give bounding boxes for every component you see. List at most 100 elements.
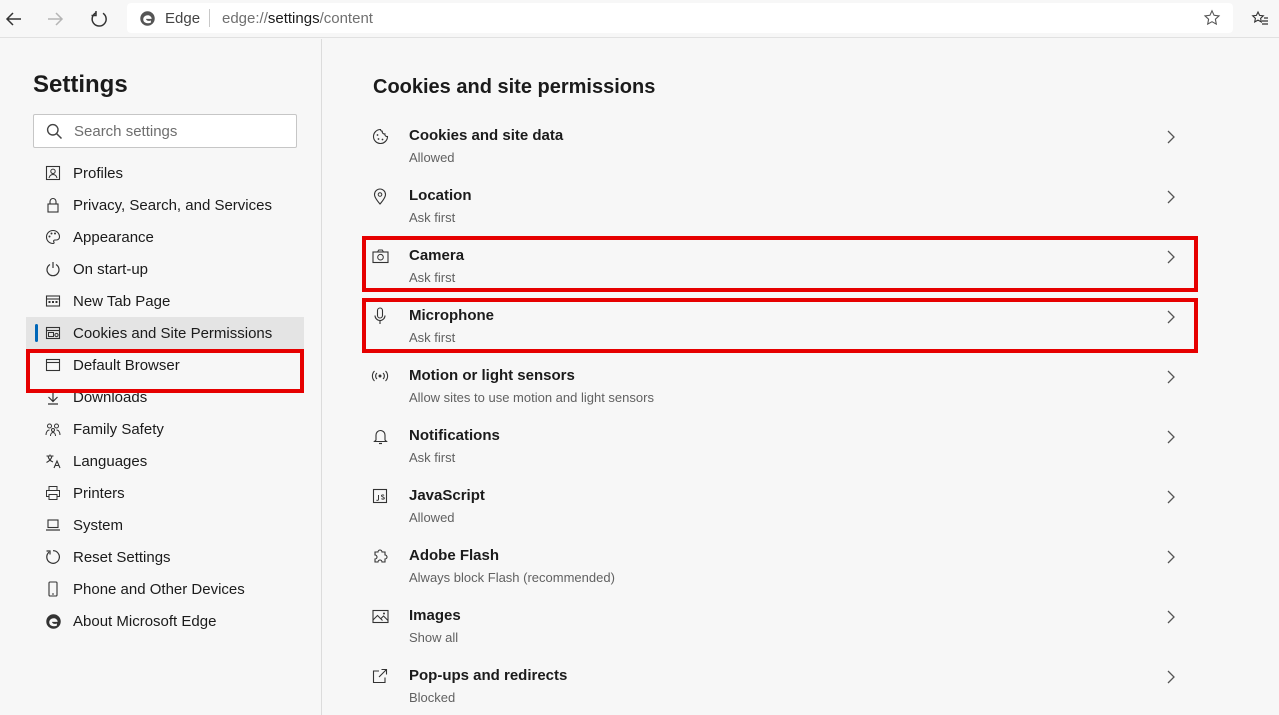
chevron-right-icon — [1167, 610, 1175, 624]
site-identity-label: Edge — [165, 10, 201, 27]
row-javascript[interactable]: JavaScript Allowed — [363, 466, 1198, 526]
sidebar-item-label: Family Safety — [73, 420, 164, 438]
cookies-permissions-icon — [43, 323, 63, 343]
row-adobe-flash[interactable]: Adobe Flash Always block Flash (recommen… — [363, 526, 1198, 586]
palette-icon — [43, 227, 63, 247]
languages-icon — [43, 451, 63, 471]
row-cookies-site-data[interactable]: Cookies and site data Allowed — [363, 106, 1198, 166]
row-status: Ask first — [409, 270, 456, 285]
chevron-right-icon — [1167, 550, 1175, 564]
url-suffix: /content — [319, 10, 373, 27]
settings-title: Settings — [33, 71, 128, 98]
sidebar-item-new-tab-page[interactable]: New Tab Page — [26, 285, 304, 317]
javascript-icon — [371, 487, 389, 505]
power-icon — [43, 259, 63, 279]
row-location[interactable]: Location Ask first — [363, 166, 1198, 226]
row-status: Allowed — [409, 150, 455, 165]
search-settings-input[interactable] — [74, 121, 289, 141]
sidebar-item-cookies-permissions[interactable]: Cookies and Site Permissions — [26, 317, 304, 349]
sidebar-item-label: Privacy, Search, and Services — [73, 196, 272, 214]
row-title: Pop-ups and redirects — [409, 667, 568, 684]
row-popups-redirects[interactable]: Pop-ups and redirects Blocked — [363, 646, 1198, 706]
back-arrow-icon — [5, 12, 21, 26]
family-icon — [43, 419, 63, 439]
main-content: Cookies and site permissions Cookies and… — [323, 39, 1279, 715]
address-divider — [209, 9, 210, 27]
favorites-list-icon — [1251, 10, 1268, 25]
printer-icon — [43, 483, 63, 503]
row-status: Allowed — [409, 510, 455, 525]
forward-arrow-icon — [48, 12, 64, 26]
sidebar-item-label: System — [73, 516, 124, 534]
row-title: Microphone — [409, 307, 494, 324]
sidebar-item-label: Printers — [73, 484, 125, 502]
page-title: Cookies and site permissions — [373, 76, 656, 98]
sidebar-item-profiles[interactable]: Profiles — [26, 157, 304, 189]
row-status: Ask first — [409, 210, 456, 225]
row-title: Location — [409, 187, 472, 204]
sidebar-item-label: Phone and Other Devices — [73, 580, 245, 598]
sidebar-item-about-edge[interactable]: About Microsoft Edge — [26, 605, 304, 637]
sidebar-item-appearance[interactable]: Appearance — [26, 221, 304, 253]
row-camera[interactable]: Camera Ask first — [363, 226, 1198, 286]
refresh-button[interactable] — [85, 5, 113, 33]
cookie-icon — [371, 127, 389, 145]
bell-icon — [371, 427, 389, 445]
laptop-icon — [43, 515, 63, 535]
favorites-button[interactable] — [1246, 5, 1274, 33]
sidebar-item-label: Appearance — [73, 228, 154, 246]
row-status: Always block Flash (recommended) — [409, 570, 615, 585]
camera-icon — [371, 247, 389, 265]
back-button[interactable] — [0, 5, 28, 33]
row-status: Allow sites to use motion and light sens… — [409, 390, 654, 405]
address-bar[interactable]: Edge edge://settings/content — [127, 3, 1233, 33]
sidebar-item-label: Profiles — [73, 164, 124, 182]
sidebar-item-label: New Tab Page — [73, 292, 171, 310]
settings-sidebar: Settings Profiles Privacy, Search, and S… — [0, 39, 322, 715]
search-settings-box[interactable] — [33, 114, 297, 148]
chevron-right-icon — [1167, 670, 1175, 684]
puzzle-icon — [371, 547, 389, 565]
sidebar-item-default-browser[interactable]: Default Browser — [26, 349, 304, 381]
url-prefix: edge:// — [222, 10, 268, 27]
chevron-right-icon — [1167, 250, 1175, 264]
url-text[interactable]: edge://settings/content — [222, 10, 373, 27]
sidebar-item-reset-settings[interactable]: Reset Settings — [26, 541, 304, 573]
sidebar-item-phone-devices[interactable]: Phone and Other Devices — [26, 573, 304, 605]
microphone-icon — [371, 307, 389, 325]
refresh-icon — [91, 11, 107, 27]
location-pin-icon — [371, 187, 389, 205]
newtab-icon — [43, 291, 63, 311]
default-browser-icon — [43, 355, 63, 375]
sidebar-item-startup[interactable]: On start-up — [26, 253, 304, 285]
profile-icon — [43, 163, 63, 183]
chevron-right-icon — [1167, 130, 1175, 144]
row-status: Ask first — [409, 330, 456, 345]
sidebar-item-system[interactable]: System — [26, 509, 304, 541]
sidebar-item-family-safety[interactable]: Family Safety — [26, 413, 304, 445]
add-favorite-star-icon[interactable] — [1203, 9, 1221, 27]
chevron-right-icon — [1167, 370, 1175, 384]
image-icon — [371, 607, 389, 625]
sidebar-item-downloads[interactable]: Downloads — [26, 381, 304, 413]
phone-icon — [43, 579, 63, 599]
sidebar-item-printers[interactable]: Printers — [26, 477, 304, 509]
edge-logo-icon — [140, 11, 155, 26]
row-notifications[interactable]: Notifications Ask first — [363, 406, 1198, 466]
row-motion-sensors[interactable]: Motion or light sensors Allow sites to u… — [363, 346, 1198, 406]
lock-icon — [43, 195, 63, 215]
forward-button[interactable] — [41, 5, 69, 33]
sidebar-item-label: About Microsoft Edge — [73, 612, 217, 630]
row-status: Show all — [409, 630, 459, 645]
row-title: JavaScript — [409, 487, 485, 504]
chevron-right-icon — [1167, 190, 1175, 204]
sidebar-item-privacy[interactable]: Privacy, Search, and Services — [26, 189, 304, 221]
row-microphone[interactable]: Microphone Ask first — [363, 286, 1198, 346]
row-title: Camera — [409, 247, 465, 264]
sidebar-item-label: Reset Settings — [73, 548, 171, 566]
chevron-right-icon — [1167, 430, 1175, 444]
row-images[interactable]: Images Show all — [363, 586, 1198, 646]
chevron-right-icon — [1167, 490, 1175, 504]
row-status: Blocked — [409, 690, 456, 705]
sidebar-item-languages[interactable]: Languages — [26, 445, 304, 477]
